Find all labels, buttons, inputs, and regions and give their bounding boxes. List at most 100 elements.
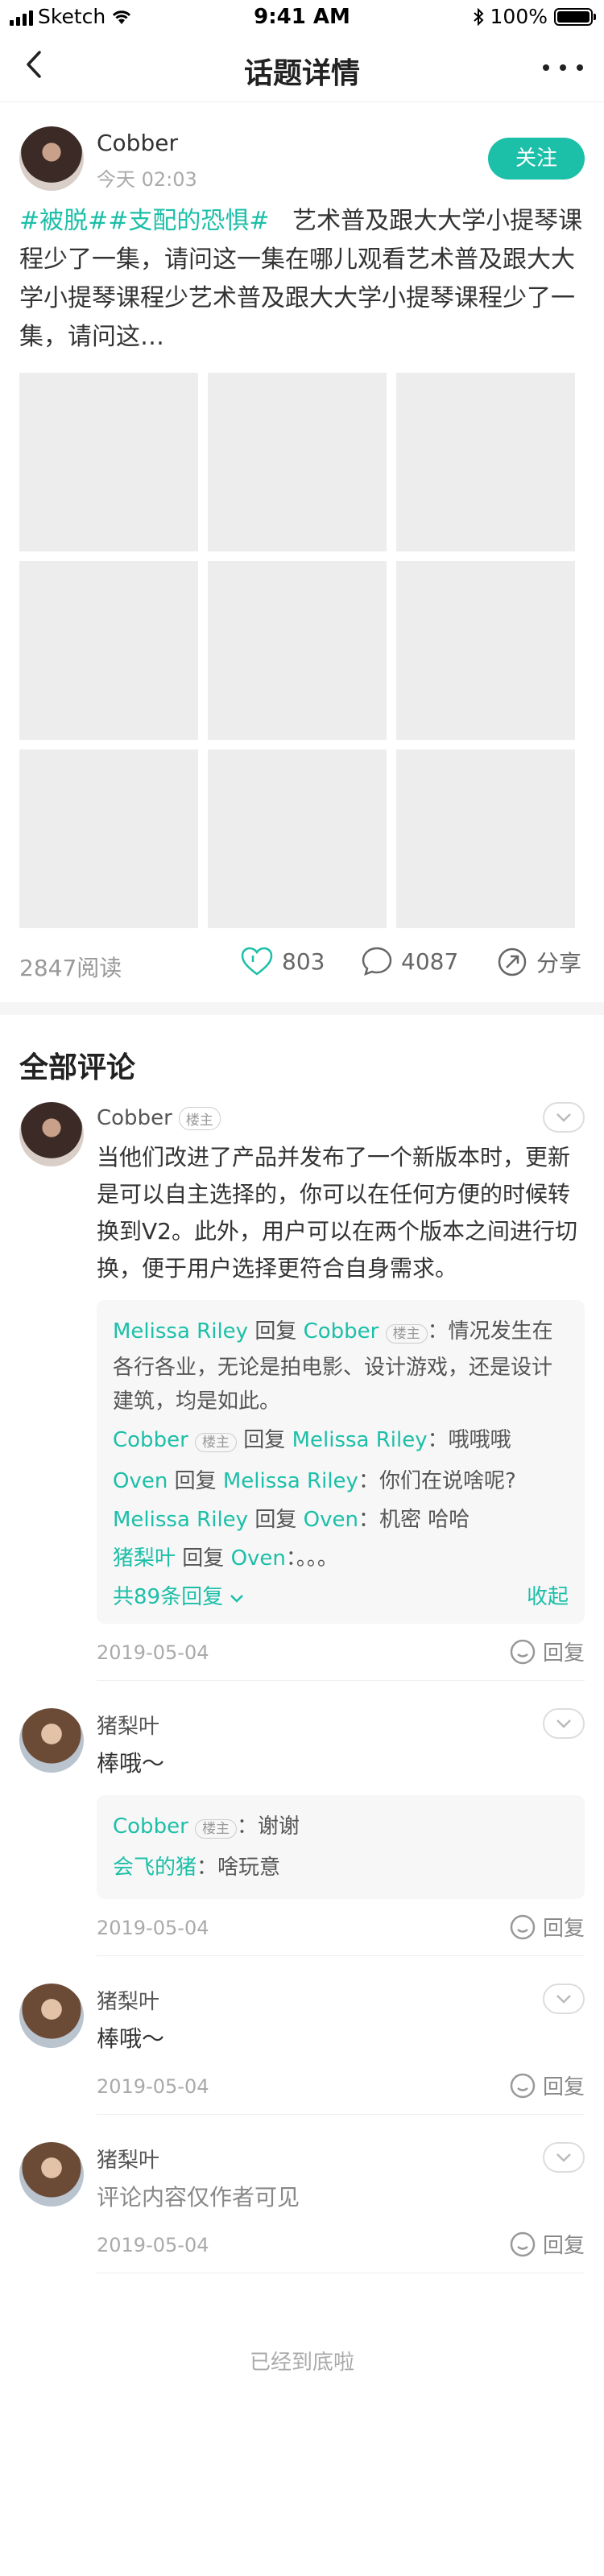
share-label: 分享 [536,950,582,976]
read-count: 2847阅读 [19,955,122,981]
comment-item: 猪梨叶 棒哦～ 2019-05-04 回复 [0,1956,604,2115]
reply-from[interactable]: Oven [113,1469,168,1493]
more-dot [577,64,583,71]
image-thumbnail[interactable] [208,373,387,551]
reply-text: 谢谢 [258,1814,300,1839]
chevron-down-icon [556,1113,571,1122]
reply-icon [510,2073,536,2098]
image-thumbnail[interactable] [396,561,575,740]
reply-to[interactable]: Melissa Riley [223,1469,358,1493]
reply-button[interactable]: 回复 [509,1637,585,1666]
reply-item[interactable]: Melissa Riley 回复 Oven：机密 哈哈 [113,1503,569,1537]
comment-date: 2019-05-04 [97,2234,209,2256]
comment-menu-button[interactable] [543,1984,585,2014]
topic-tag[interactable]: #被脱# [19,207,108,235]
comment-button[interactable]: 4087 [361,946,458,976]
comment-date: 2019-05-04 [97,2075,209,2098]
reply-list: Melissa Riley 回复 Cobber 楼主 ：情况发生在各行各业，无论是… [97,1300,585,1624]
reply-button[interactable]: 回复 [509,2229,585,2259]
author-name[interactable]: Cobber [97,130,178,156]
reply-list: Cobber 楼主 ：谢谢 会飞的猪：啥玩意 [97,1795,585,1899]
comment-footer: 2019-05-04 回复 [97,2216,585,2273]
reply-verb: 回复 [182,1546,225,1571]
post-time: 今天 02:03 [97,168,197,191]
chevron-down-icon [556,1995,571,2004]
comment-item: 猪梨叶 评论内容仅作者可见 2019-05-04 回复 [0,2115,604,2273]
reply-icon [510,1914,536,1939]
share-button[interactable]: 分享 [496,946,581,978]
comment-date: 2019-05-04 [97,1641,209,1664]
owner-badge: 楼主 [178,1106,221,1130]
more-button[interactable] [543,52,583,84]
chevron-down-icon [556,2153,571,2162]
reply-label: 回复 [542,2234,585,2258]
comment-menu-button[interactable] [543,1708,585,1739]
commenter-name[interactable]: 猪梨叶 [97,1710,159,1740]
image-thumbnail[interactable] [396,749,575,928]
reply-icon [510,2231,536,2256]
reply-to[interactable]: Cobber [304,1319,379,1344]
battery-icon [554,7,596,26]
reply-to[interactable]: Oven [231,1546,286,1571]
reply-from[interactable]: Melissa Riley [113,1319,248,1344]
image-thumbnail[interactable] [396,373,575,551]
follow-button[interactable]: 关注 [488,138,585,180]
comment-text: 评论内容仅作者可见 [97,2184,300,2211]
image-thumbnail[interactable] [208,561,387,740]
commenter-avatar[interactable] [19,2142,84,2207]
chevron-down-icon [230,1595,244,1603]
reply-to[interactable]: Melissa Riley [292,1428,428,1452]
commenter-avatar[interactable] [19,1102,84,1166]
reply-item[interactable]: Cobber 楼主 ：谢谢 [113,1810,569,1846]
owner-badge: 楼主 [195,1433,238,1452]
image-thumbnail[interactable] [19,373,198,551]
reply-from[interactable]: 猪梨叶 [113,1546,176,1571]
comment-text: 棒哦～ [97,2025,165,2052]
reply-to[interactable]: Oven [304,1508,358,1532]
reply-verb: 回复 [254,1319,297,1344]
reply-label: 回复 [542,1917,585,1941]
reply-text: 哦哦哦 [448,1428,511,1452]
image-thumbnail[interactable] [19,749,198,928]
reply-from[interactable]: Cobber [113,1428,188,1452]
commenter-name[interactable]: 猪梨叶 [97,1985,159,2015]
commenter-avatar[interactable] [19,1708,84,1773]
reply-from[interactable]: 会飞的猪 [113,1856,197,1880]
commenter-name-row: 猪梨叶 [97,2142,585,2174]
reply-from[interactable]: Cobber [113,1814,188,1839]
commenter-avatar[interactable] [19,1984,84,2048]
comment-text: 棒哦～ [97,1750,165,1777]
post-author: Cobber 今天 02:03 关注 [19,102,585,199]
commenter-name[interactable]: 猪梨叶 [97,2144,159,2174]
reply-item[interactable]: 猪梨叶 回复 Oven：。。。 [113,1542,569,1575]
reply-from[interactable]: Melissa Riley [113,1508,248,1532]
reply-button[interactable]: 回复 [509,2070,585,2100]
chevron-down-icon [556,1719,571,1728]
collapse-link[interactable]: 收起 [527,1580,569,1614]
post-content: #被脱##支配的恐惧# 艺术普及跟大大学小提琴课程少了一集，请问这一集在哪儿观看… [19,202,585,357]
author-avatar[interactable] [19,126,84,191]
more-replies-link[interactable]: 共89条回复 [113,1580,244,1614]
reply-item[interactable]: Oven 回复 Melissa Riley：你们在说啥呢? [113,1464,569,1498]
topic-tag[interactable]: #支配的恐惧# [108,207,269,235]
reply-item[interactable]: 会飞的猪：啥玩意 [113,1851,569,1885]
reply-item[interactable]: Melissa Riley 回复 Cobber 楼主 ：情况发生在各行各业，无论是… [113,1315,569,1418]
reply-text: 。。。 [296,1546,338,1571]
commenter-name[interactable]: Cobber [97,1106,172,1130]
image-thumbnail[interactable] [19,561,198,740]
bluetooth-icon [473,7,483,26]
image-thumbnail[interactable] [208,749,387,928]
reply-item[interactable]: Cobber 楼主 回复 Melissa Riley：哦哦哦 [113,1423,569,1459]
page-title: 话题详情 [243,57,360,90]
commenter-name-row: Cobber 楼主 [97,1102,585,1134]
post: Cobber 今天 02:03 关注 #被脱##支配的恐惧# 艺术普及跟大大学小… [0,102,604,1002]
owner-badge: 楼主 [385,1324,428,1344]
more-replies-label: 共89条回复 [113,1585,224,1609]
comment-menu-button[interactable] [543,2142,585,2173]
reply-button[interactable]: 回复 [509,1912,585,1942]
image-grid [19,373,585,928]
comment-footer: 2019-05-04 回复 [97,2058,585,2115]
comments-title: 全部评论 [19,1051,136,1084]
comment-menu-button[interactable] [543,1102,585,1133]
like-button[interactable]: 803 [240,946,325,976]
